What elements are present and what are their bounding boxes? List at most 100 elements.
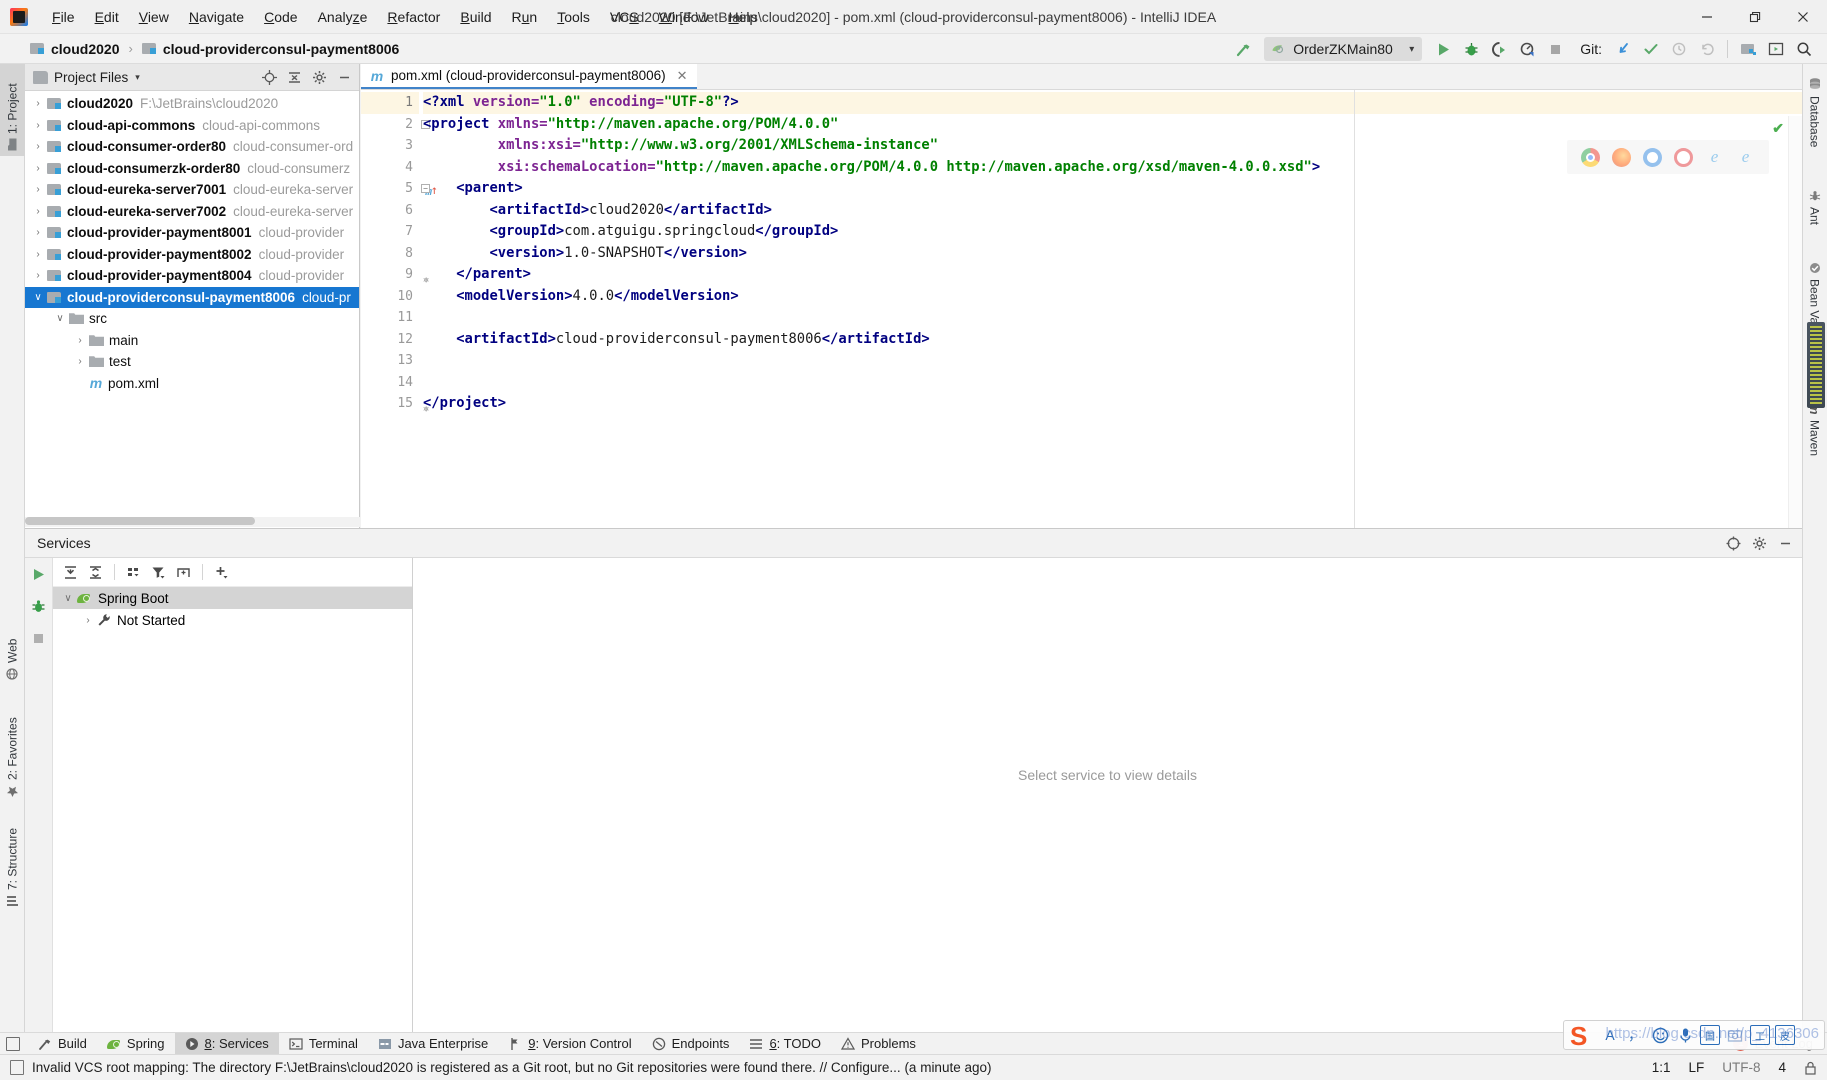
menu-vcs[interactable]: VCS [600,5,649,29]
filter-icon[interactable] [147,561,170,584]
tree-row-selected[interactable]: ∨ cloud-providerconsul-payment8006 cloud… [25,286,359,308]
tree-row[interactable]: › cloud-provider-payment8001 cloud-provi… [25,222,359,244]
run-configuration-selector[interactable]: OrderZKMain80 ▾ [1264,37,1423,61]
caret-position[interactable]: 1:1 [1652,1060,1671,1075]
run-with-coverage-button[interactable] [1486,36,1512,62]
menu-run[interactable]: Run [502,5,548,29]
handwriting-icon[interactable]: 国 [1700,1025,1720,1045]
microphone-icon[interactable] [1675,1025,1695,1045]
chevron-down-icon[interactable]: ∨ [29,292,47,303]
minimize-button[interactable] [1683,0,1731,34]
file-encoding[interactable]: UTF-8 [1722,1060,1760,1075]
rollback-icon[interactable] [1694,36,1720,62]
sidebar-item-database[interactable]: Database [1802,72,1827,162]
chevron-right-icon[interactable]: › [29,120,47,131]
expand-all-icon[interactable] [59,561,82,584]
chevron-right-icon[interactable]: › [29,163,47,174]
bottom-tab-problems[interactable]: Problems [831,1033,926,1055]
menu-window[interactable]: Window [649,5,719,29]
input-mode-a-icon[interactable]: A [1600,1025,1620,1045]
chrome-icon[interactable] [1581,147,1600,167]
tab-pom-xml[interactable]: m pom.xml (cloud-providerconsul-payment8… [361,64,697,89]
sogou-logo-icon[interactable] [1570,1021,1595,1052]
project-tree[interactable]: › cloud2020 F:\JetBrains\cloud2020 › clo… [25,91,359,528]
menu-navigate[interactable]: Navigate [179,5,254,29]
search-icon[interactable] [1791,36,1817,62]
restore-button[interactable] [1731,0,1779,34]
chevron-right-icon[interactable]: › [29,270,47,281]
safari-icon[interactable] [1643,147,1662,167]
project-hscrollbar-thumb[interactable] [25,517,255,525]
close-icon[interactable]: ✕ [677,68,688,84]
debug-service-icon[interactable] [29,596,49,616]
sidebar-item-ant[interactable]: Ant [1802,184,1827,236]
menu-code[interactable]: Code [254,5,307,29]
hide-panel-icon[interactable] [333,66,355,88]
bottom-tab-spring[interactable]: Spring [97,1033,175,1055]
screenshot-icon[interactable] [1725,1025,1745,1045]
sidebar-item-web[interactable]: Web [0,624,25,686]
scroll-from-source-icon[interactable] [258,66,280,88]
tree-row[interactable]: › main [25,330,359,352]
menu-view[interactable]: View [129,5,179,29]
toolbox-icon[interactable]: 工 [1750,1025,1770,1045]
bottom-tab-build[interactable]: Build [28,1033,97,1055]
bottom-tab-todo[interactable]: 6: TODO [739,1033,831,1055]
inspection-status-icon[interactable]: ✔ [1772,120,1784,137]
code-editor[interactable]: 1 2− 3 4 5m↑− 6 7 8 9⎈ 10 11 12 13 14 15… [361,90,1802,528]
chevron-down-icon[interactable]: ∨ [59,593,77,604]
indent-size[interactable]: 4 [1778,1060,1786,1075]
help-icon[interactable] [1722,532,1744,554]
profile-button[interactable] [1514,36,1540,62]
menu-file[interactable]: File [42,5,85,29]
debug-button[interactable] [1458,36,1484,62]
project-hscrollbar-track[interactable] [25,517,360,527]
chevron-right-icon[interactable]: › [29,98,47,109]
chevron-right-icon[interactable]: › [71,335,89,346]
menu-help[interactable]: Help [719,5,768,29]
services-tree-row-spring-boot[interactable]: ∨ Spring Boot [53,587,412,609]
editor-marker-rail[interactable] [1788,116,1802,528]
add-service-icon[interactable] [210,561,233,584]
run-button[interactable] [1430,36,1456,62]
tree-row[interactable]: m pom.xml [25,373,359,395]
tree-row[interactable]: › cloud2020 F:\JetBrains\cloud2020 [25,93,359,115]
settings-gear-icon[interactable] [1748,532,1770,554]
history-icon[interactable] [1666,36,1692,62]
hide-panel-icon[interactable] [1774,532,1796,554]
tree-row[interactable]: › cloud-provider-payment8004 cloud-provi… [25,265,359,287]
bottom-tab-java-enterprise[interactable]: Java Enterprise [368,1033,498,1055]
line-separator[interactable]: LF [1688,1060,1704,1075]
tree-row[interactable]: › cloud-provider-payment8002 cloud-provi… [25,244,359,266]
chevron-right-icon[interactable]: › [79,615,97,626]
tree-row[interactable]: › cloud-eureka-server7002 cloud-eureka-s… [25,201,359,223]
chevron-down-icon[interactable]: ▾ [135,72,140,83]
settings-window-icon[interactable] [1763,36,1789,62]
menu-tools[interactable]: Tools [547,5,600,29]
internet-explorer-icon[interactable]: e [1705,147,1724,167]
comma-mode-icon[interactable]: ， [1625,1025,1645,1045]
bottom-tab-endpoints[interactable]: Endpoints [642,1033,740,1055]
project-structure-icon[interactable] [1735,36,1761,62]
build-hammer-icon[interactable] [1230,36,1256,62]
collapse-all-icon[interactable] [283,66,305,88]
sidebar-item-structure[interactable]: 7: Structure [0,809,25,913]
bottom-tab-services[interactable]: 8: Services [174,1032,279,1055]
close-button[interactable] [1779,0,1827,34]
run-service-icon[interactable] [29,564,49,584]
menu-build[interactable]: Build [450,5,501,29]
sidebar-item-project[interactable]: 1: Project [0,64,25,156]
sidebar-item-maven[interactable]: m Maven [1802,397,1827,475]
opera-icon[interactable] [1674,147,1693,167]
sidebar-item-favorites[interactable]: 2: Favorites [0,694,25,804]
tree-row[interactable]: › cloud-api-commons cloud-api-commons [25,115,359,137]
skin-icon[interactable]: 皮 [1775,1025,1795,1045]
chevron-right-icon[interactable]: › [29,227,47,238]
bottom-tab-terminal[interactable]: Terminal [279,1033,368,1055]
breadcrumb-item-module[interactable]: cloud-providerconsul-payment8006 [138,39,404,59]
bottom-tab-version-control[interactable]: 9: Version Control [498,1033,641,1055]
firefox-icon[interactable] [1612,147,1631,167]
menu-edit[interactable]: Edit [85,5,129,29]
ime-toolbar[interactable]: A ， 国 工 皮 [1563,1020,1825,1052]
lock-icon[interactable] [1804,1061,1817,1075]
